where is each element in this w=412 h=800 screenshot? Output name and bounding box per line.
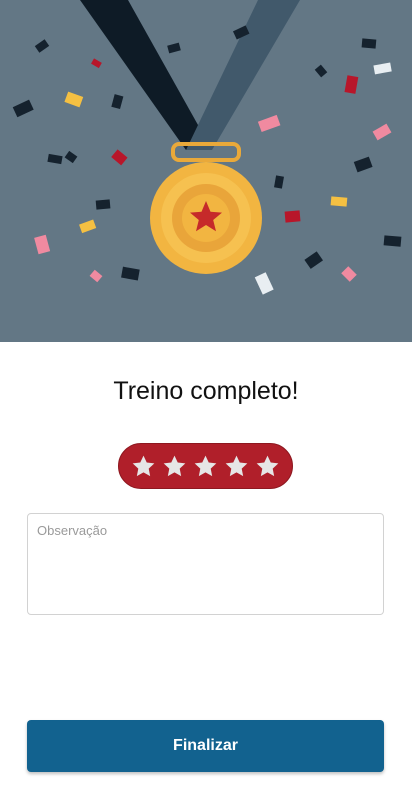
page-title: Treino completo! [113,377,299,405]
star-1-icon[interactable] [131,454,156,479]
star-4-icon[interactable] [224,454,249,479]
star-3-icon[interactable] [193,454,218,479]
star-rating[interactable] [118,443,293,489]
star-5-icon[interactable] [255,454,280,479]
medal-illustration [12,0,402,295]
star-2-icon[interactable] [162,454,187,479]
finish-button[interactable]: Finalizar [27,720,384,772]
note-field[interactable] [27,513,384,615]
ribbon-light [186,0,300,150]
celebration-illustration [0,0,412,342]
ribbon-dark [80,0,212,150]
